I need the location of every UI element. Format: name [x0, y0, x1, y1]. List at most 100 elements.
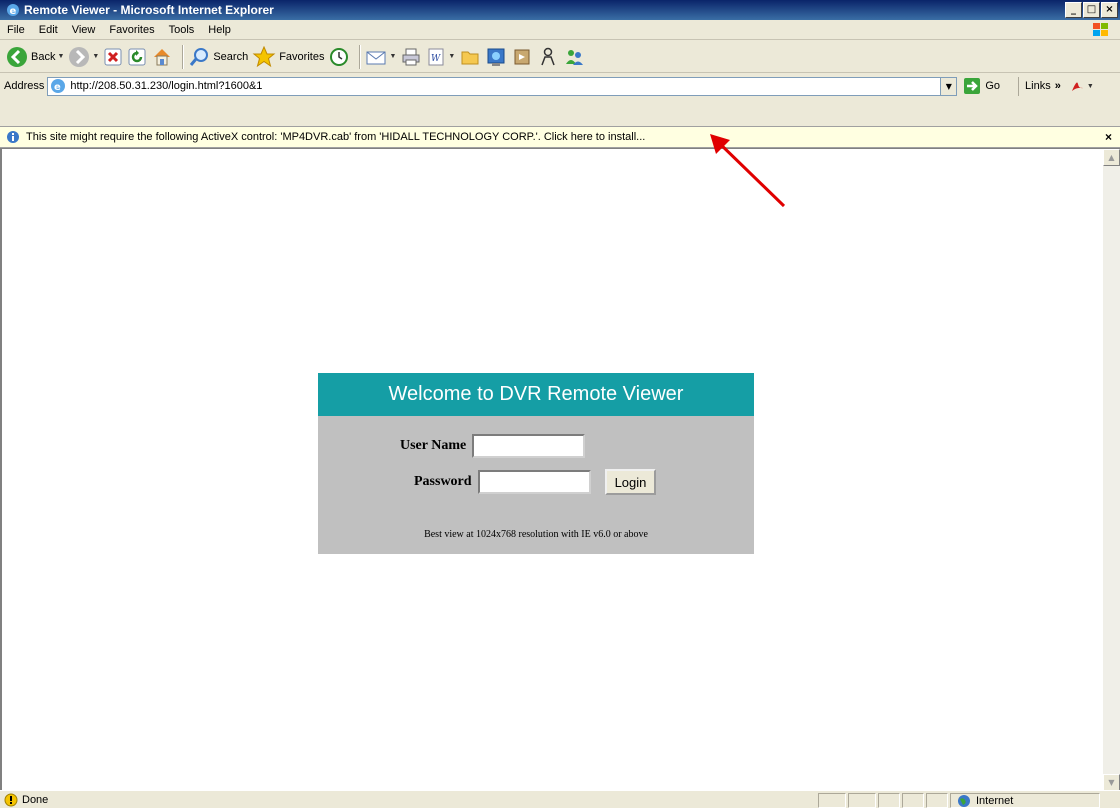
maximize-button[interactable]: □ [1083, 2, 1100, 18]
username-row: User Name [400, 434, 586, 458]
minimize-button[interactable]: _ [1065, 2, 1082, 18]
password-field[interactable] [477, 470, 591, 494]
svg-text:e: e [54, 82, 61, 93]
edit-button[interactable]: W ▼ [426, 47, 455, 67]
history-icon [330, 47, 349, 66]
status-pane [926, 793, 948, 808]
acrobat-icon[interactable] [1069, 78, 1085, 94]
info-bar-close-icon[interactable]: × [1105, 130, 1112, 144]
print-icon [402, 48, 420, 65]
menu-bar: File Edit View Favorites Tools Help [0, 20, 1120, 40]
menu-favorites[interactable]: Favorites [102, 24, 161, 36]
refresh-button[interactable] [127, 47, 147, 67]
stop-button[interactable] [103, 47, 123, 67]
stop-icon [104, 48, 122, 65]
refresh-icon [128, 48, 146, 65]
favorites-star-icon [252, 45, 276, 67]
status-pane [848, 793, 876, 808]
vertical-scrollbar[interactable]: ▲ ▼ [1103, 149, 1120, 791]
edit-dropdown-icon[interactable]: ▼ [448, 53, 455, 60]
mail-button[interactable]: ▼ [365, 46, 396, 68]
back-button[interactable]: Back ▼ [6, 46, 64, 68]
scroll-down-icon[interactable]: ▼ [1103, 774, 1120, 791]
favorites-label: Favorites [279, 50, 325, 63]
windows-flag-icon [1093, 23, 1108, 36]
msn-buddies-icon [566, 49, 584, 65]
globe-icon [958, 794, 970, 807]
go-button[interactable]: Go [963, 77, 1000, 95]
login-panel: Welcome to DVR Remote Viewer User Name P… [318, 373, 754, 554]
print-button[interactable] [400, 46, 422, 68]
page-status-icon [4, 793, 18, 806]
login-title: Welcome to DVR Remote Viewer [318, 373, 754, 416]
msn-button[interactable] [563, 46, 585, 68]
research-icon [487, 48, 505, 66]
title-bar: e Remote Viewer - Microsoft Internet Exp… [0, 0, 1120, 20]
history-button[interactable] [328, 46, 350, 68]
close-button[interactable]: × [1101, 2, 1118, 18]
annotation-arrow-shaft [714, 138, 786, 208]
home-icon [154, 48, 171, 65]
menu-help[interactable]: Help [201, 24, 238, 36]
password-row: Password Login [414, 469, 657, 495]
home-button[interactable] [151, 46, 173, 68]
password-label: Password [414, 474, 472, 489]
status-text: Done [22, 793, 49, 806]
research-button[interactable] [485, 46, 507, 68]
address-url: http://208.50.31.230/login.html?1600&1 [70, 80, 263, 92]
shield-info-icon [7, 131, 19, 143]
security-zone: Internet [950, 793, 1100, 808]
go-arrow-icon [964, 78, 981, 94]
menu-tools[interactable]: Tools [162, 24, 202, 36]
address-bar: Address e http://208.50.31.230/login.htm… [0, 74, 1120, 98]
page-content: Welcome to DVR Remote Viewer User Name P… [0, 148, 1120, 791]
window-title: Remote Viewer - Microsoft Internet Explo… [24, 3, 274, 17]
back-dropdown-icon[interactable]: ▼ [57, 53, 64, 60]
messenger-person-icon [541, 47, 556, 65]
favorites-button[interactable]: Favorites [252, 45, 325, 68]
discuss-button[interactable] [459, 46, 481, 68]
address-label: Address [4, 80, 45, 92]
acrobat-dropdown-icon[interactable]: ▼ [1087, 83, 1094, 90]
status-pane [818, 793, 846, 808]
forward-arrow-icon [69, 46, 90, 67]
standard-toolbar: Back ▼ ▼ Search Favorites ▼ W ▼ [0, 41, 1120, 73]
search-icon [190, 47, 209, 66]
search-button[interactable]: Search [188, 46, 248, 68]
links-label: Links [1025, 80, 1051, 92]
messenger-button[interactable] [537, 46, 559, 68]
toolbar-separator [182, 44, 184, 69]
activex-info-bar[interactable]: This site might require the following Ac… [0, 126, 1120, 148]
links-toolbar[interactable]: Links » ▼ [1018, 76, 1094, 96]
resolution-hint: Best view at 1024x768 resolution with IE… [424, 529, 648, 540]
login-button[interactable]: Login [604, 469, 657, 495]
menu-edit[interactable]: Edit [32, 24, 65, 36]
info-bar-message: This site might require the following Ac… [26, 131, 646, 143]
media-icon [514, 49, 530, 64]
status-pane [878, 793, 900, 808]
status-bar: Done Internet [0, 790, 1120, 808]
scroll-up-icon[interactable]: ▲ [1103, 149, 1120, 166]
svg-text:W: W [431, 54, 441, 64]
forward-button[interactable]: ▼ [68, 46, 99, 68]
page-icon: e [51, 79, 66, 93]
folder-icon [461, 51, 479, 64]
menu-file[interactable]: File [0, 24, 32, 36]
media-button[interactable] [511, 46, 533, 68]
username-label: User Name [400, 438, 467, 453]
search-label: Search [213, 50, 249, 63]
username-field[interactable] [472, 434, 586, 458]
svg-text:e: e [10, 6, 17, 17]
go-label: Go [985, 80, 1001, 92]
menu-view[interactable]: View [65, 24, 103, 36]
annotation-arrow [710, 134, 786, 208]
mail-dropdown-icon[interactable]: ▼ [389, 53, 396, 60]
links-chevron-icon[interactable]: » [1055, 80, 1061, 92]
word-edit-icon: W [428, 48, 444, 65]
mail-icon [366, 51, 386, 64]
back-arrow-icon [7, 46, 27, 67]
address-input[interactable]: e http://208.50.31.230/login.html?1600&1 [47, 76, 942, 96]
address-dropdown-icon[interactable]: ▼ [941, 76, 958, 96]
forward-dropdown-icon[interactable]: ▼ [92, 53, 99, 60]
ie-logo-icon: e [7, 4, 19, 17]
